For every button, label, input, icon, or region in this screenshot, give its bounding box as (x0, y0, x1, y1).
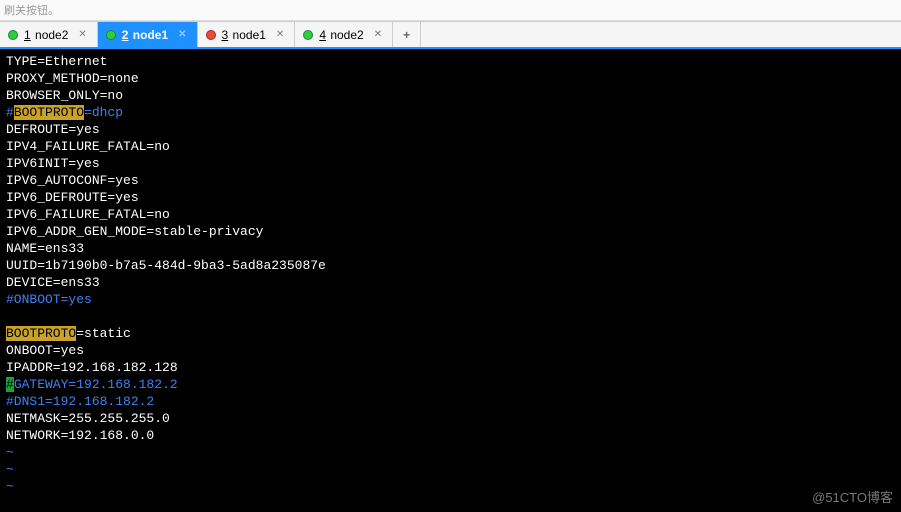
close-icon[interactable]: ✕ (178, 29, 186, 40)
terminal-line: ~ (6, 461, 895, 478)
tab-label: 4 node2 (319, 28, 363, 42)
close-icon[interactable]: ✕ (78, 29, 86, 40)
terminal-line: #DNS1=192.168.182.2 (6, 393, 895, 410)
terminal-content: TYPE=EthernetPROXY_METHOD=noneBROWSER_ON… (6, 53, 895, 495)
tab-node1-2[interactable]: 2 node1 ✕ (98, 22, 198, 47)
terminal-line: IPADDR=192.168.182.128 (6, 359, 895, 376)
terminal-line: PROXY_METHOD=none (6, 70, 895, 87)
status-dot-icon (206, 30, 216, 40)
terminal-line: BOOTPROTO=static (6, 325, 895, 342)
terminal-line: UUID=1b7190b0-b7a5-484d-9ba3-5ad8a235087… (6, 257, 895, 274)
terminal-line: NETMASK=255.255.255.0 (6, 410, 895, 427)
terminal-line: ~ (6, 444, 895, 461)
terminal-line: NAME=ens33 (6, 240, 895, 257)
terminal-line: IPV6INIT=yes (6, 155, 895, 172)
add-tab-button[interactable]: + (393, 22, 421, 47)
status-dot-icon (106, 30, 116, 40)
terminal-line: IPV6_DEFROUTE=yes (6, 189, 895, 206)
watermark: @51CTO博客 (812, 489, 893, 506)
tab-label: 1 node2 (24, 28, 68, 42)
terminal-line: DEFROUTE=yes (6, 121, 895, 138)
partial-header-text: 刷关按钮。 (0, 0, 901, 21)
terminal-line: #BOOTPROTO=dhcp (6, 104, 895, 121)
terminal-line: ONBOOT=yes (6, 342, 895, 359)
close-icon[interactable]: ✕ (276, 29, 284, 40)
tab-node2-1[interactable]: 1 node2 ✕ (0, 22, 98, 47)
terminal-line: TYPE=Ethernet (6, 53, 895, 70)
terminal-line: IPV4_FAILURE_FATAL=no (6, 138, 895, 155)
terminal-line: IPV6_AUTOCONF=yes (6, 172, 895, 189)
terminal-line: #GATEWAY=192.168.182.2 (6, 376, 895, 393)
terminal-line: DEVICE=ens33 (6, 274, 895, 291)
status-dot-icon (303, 30, 313, 40)
tab-bar: 1 node2 ✕ 2 node1 ✕ 3 node1 ✕ 4 node2 ✕ + (0, 21, 901, 47)
terminal-line: IPV6_FAILURE_FATAL=no (6, 206, 895, 223)
terminal-line (6, 308, 895, 325)
tab-node2-4[interactable]: 4 node2 ✕ (295, 22, 393, 47)
terminal-line: BROWSER_ONLY=no (6, 87, 895, 104)
close-icon[interactable]: ✕ (374, 29, 382, 40)
terminal-line: IPV6_ADDR_GEN_MODE=stable-privacy (6, 223, 895, 240)
terminal-pane[interactable]: TYPE=EthernetPROXY_METHOD=noneBROWSER_ON… (0, 47, 901, 512)
tab-node1-3[interactable]: 3 node1 ✕ (198, 22, 296, 47)
terminal-line: NETWORK=192.168.0.0 (6, 427, 895, 444)
terminal-line: ~ (6, 478, 895, 495)
status-dot-icon (8, 30, 18, 40)
terminal-line: #ONBOOT=yes (6, 291, 895, 308)
tab-label: 2 node1 (122, 28, 168, 42)
tab-label: 3 node1 (222, 28, 266, 42)
